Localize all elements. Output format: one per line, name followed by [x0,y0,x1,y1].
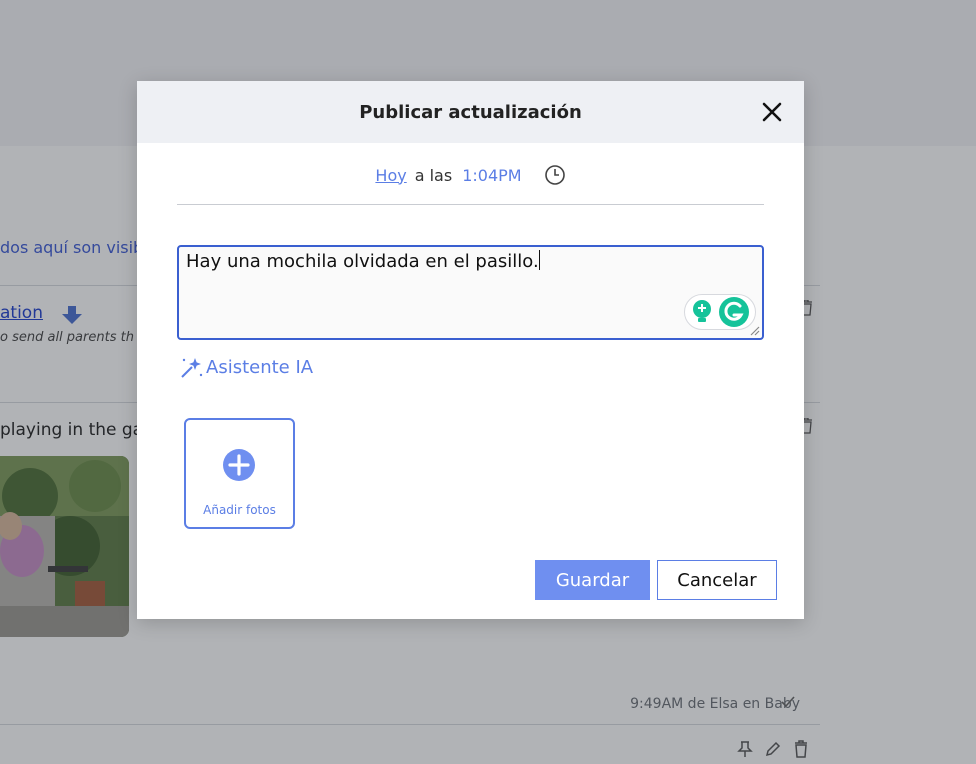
grammarly-widget[interactable] [684,294,756,330]
update-text-input[interactable]: Hay una mochila olvidada en el pasillo. [186,250,746,274]
update-text-field[interactable]: Hay una mochila olvidada en el pasillo. [177,245,764,340]
update-text-value: Hay una mochila olvidada en el pasillo. [186,251,539,272]
clock-icon[interactable] [544,164,566,186]
time-link[interactable]: 1:04PM [462,166,521,185]
publish-update-dialog: Publicar actualización Hoy a las 1:04PM … [137,81,804,619]
ai-assistant-button[interactable]: Asistente IA [180,355,313,379]
grammarly-icon[interactable] [718,296,750,328]
schedule-row: Hoy a las 1:04PM [137,163,804,187]
text-caret [538,250,540,270]
close-icon[interactable] [760,100,784,124]
dialog-title: Publicar actualización [359,101,582,123]
magic-wand-icon [181,358,203,378]
plus-circle-icon [223,449,255,481]
add-photos-label: Añadir fotos [203,503,276,517]
divider [177,204,764,205]
at-label: a las [414,165,453,185]
lightbulb-icon[interactable] [691,299,713,325]
day-link[interactable]: Hoy [375,166,406,185]
dialog-header: Publicar actualización [137,81,804,143]
resize-handle-icon[interactable] [748,324,760,336]
ai-assistant-label: Asistente IA [206,356,314,378]
cancel-button[interactable]: Cancelar [657,560,777,600]
save-button[interactable]: Guardar [535,560,650,600]
add-photos-button[interactable]: Añadir fotos [184,418,295,529]
